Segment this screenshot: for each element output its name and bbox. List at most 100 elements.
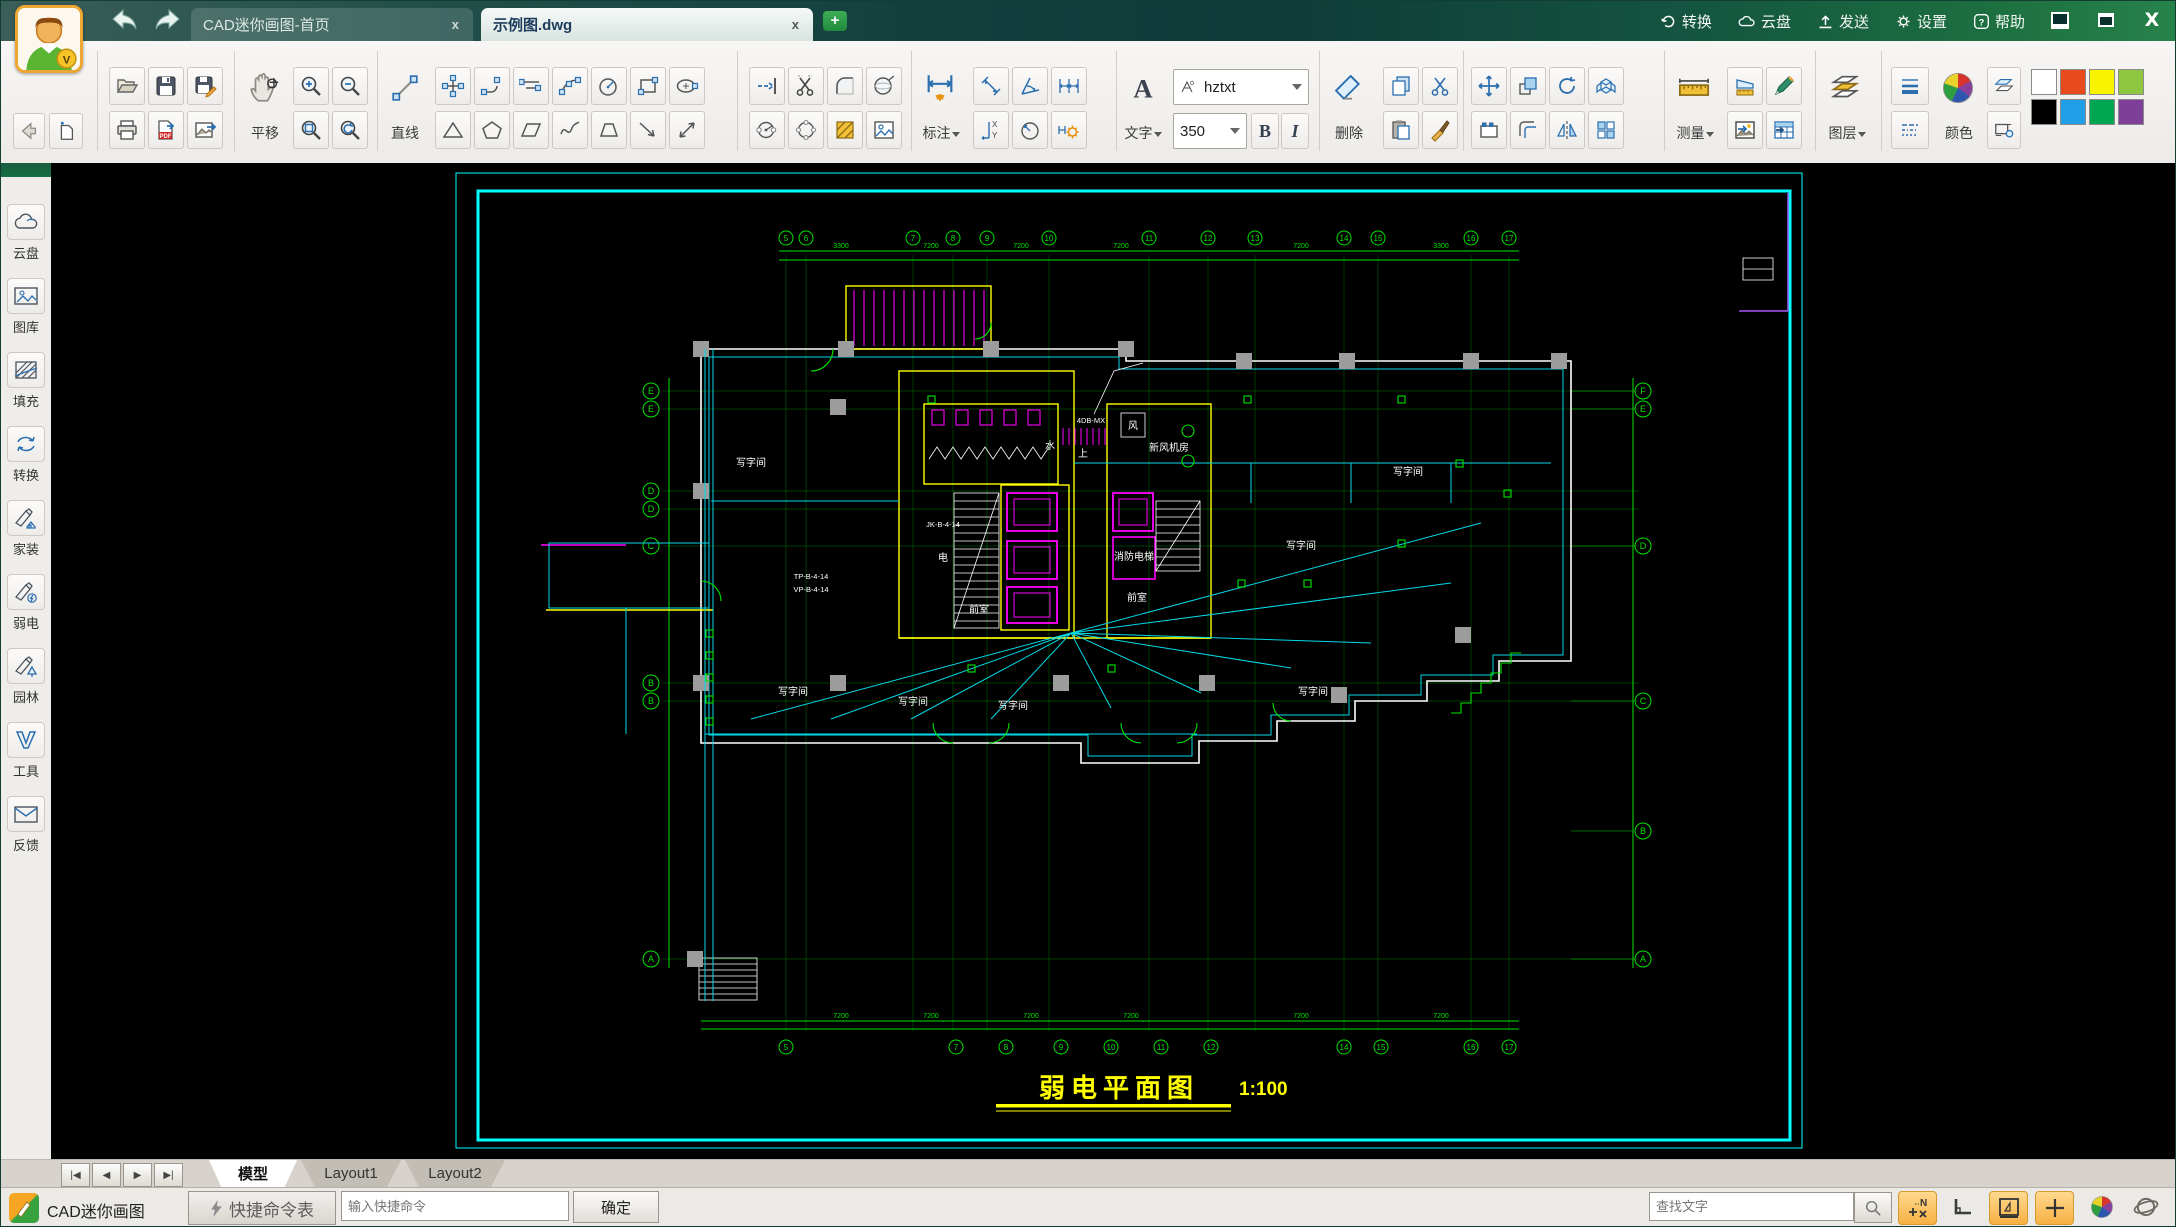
drawing-canvas[interactable]: 567891011121314151617578910111214151617E… <box>51 163 2176 1159</box>
swatch-green[interactable] <box>2089 99 2115 125</box>
tab-document-close-icon[interactable]: x <box>790 17 801 32</box>
dimension-label[interactable]: 标注 <box>913 123 969 143</box>
triangle-button[interactable] <box>435 111 471 149</box>
swatch-blue[interactable] <box>2060 99 2086 125</box>
sphere-button[interactable] <box>866 67 902 105</box>
open-button[interactable] <box>109 67 145 105</box>
object-snap-toggle[interactable]: N <box>1898 1191 1937 1225</box>
crosshair-toggle[interactable] <box>2035 1191 2074 1225</box>
sidebar-item-weak-current[interactable]: 弱电 <box>1 574 51 632</box>
zoom-out-button[interactable] <box>332 67 368 105</box>
back-page-button[interactable] <box>13 113 45 149</box>
sidebar-item-tools[interactable]: 工具 <box>1 722 51 780</box>
move-button[interactable] <box>1471 67 1507 105</box>
pan-button[interactable] <box>243 67 285 109</box>
3d-faces-button[interactable] <box>1588 67 1624 105</box>
browser-button[interactable] <box>2127 1191 2164 1223</box>
erase-label[interactable]: 删除 <box>1321 123 1377 143</box>
maximize-button[interactable] <box>2083 1 2129 39</box>
search-button[interactable] <box>1854 1192 1892 1223</box>
stretch-button[interactable] <box>1471 111 1507 149</box>
mirror-button[interactable] <box>1549 111 1585 149</box>
menu-help[interactable]: ? 帮助 <box>1973 11 2025 32</box>
output-image-button[interactable] <box>1727 111 1763 149</box>
zoom-previous-button[interactable] <box>332 111 368 149</box>
forward-arrow-icon[interactable] <box>153 7 183 33</box>
swatch-white[interactable] <box>2031 69 2057 95</box>
zoom-in-button[interactable] <box>293 67 329 105</box>
area-measure-button[interactable] <box>1727 67 1763 105</box>
font-size-select[interactable]: 350 <box>1173 113 1247 149</box>
swatch-yellow[interactable] <box>2089 69 2115 95</box>
export-image-button[interactable] <box>187 111 223 149</box>
menu-settings[interactable]: 设置 <box>1895 11 1947 32</box>
swatch-purple[interactable] <box>2118 99 2144 125</box>
spline-button[interactable] <box>552 111 588 149</box>
match-properties-button[interactable] <box>1422 111 1458 149</box>
line-tool-button[interactable] <box>385 67 425 109</box>
prev-tab-button[interactable]: ◀ <box>92 1163 121 1187</box>
shortcut-commands-button[interactable]: 快捷命令表 <box>188 1191 336 1225</box>
dim-style-button[interactable] <box>1051 111 1087 149</box>
text-label[interactable]: 文字 <box>1117 123 1169 143</box>
swatch-red[interactable] <box>2060 69 2086 95</box>
marker-pencil-button[interactable] <box>1766 67 1802 105</box>
swatch-black[interactable] <box>2031 99 2057 125</box>
layers-button[interactable] <box>1823 67 1867 109</box>
measure-button[interactable] <box>1673 67 1715 109</box>
circle-center-button[interactable] <box>749 111 785 149</box>
sidebar-item-gallery[interactable]: 图库 <box>1 278 51 336</box>
dimension-button[interactable] <box>919 67 961 109</box>
sidebar-item-feedback[interactable]: 反馈 <box>1 796 51 854</box>
parallel-lines-button[interactable] <box>513 67 549 105</box>
line-label[interactable]: 直线 <box>379 123 431 143</box>
new-file-button[interactable] <box>49 113 83 149</box>
pan-label[interactable]: 平移 <box>239 123 291 143</box>
double-arrow-button[interactable] <box>669 111 705 149</box>
ok-button[interactable]: 确定 <box>573 1191 659 1223</box>
ellipse-button[interactable] <box>669 67 705 105</box>
last-tab-button[interactable]: ▶| <box>154 1163 183 1187</box>
menu-send[interactable]: 发送 <box>1817 11 1869 32</box>
tab-layout1[interactable]: Layout1 <box>301 1160 401 1187</box>
aligned-dim-button[interactable] <box>973 67 1009 105</box>
color-wheel-button[interactable] <box>1937 67 1979 109</box>
save-button[interactable] <box>148 67 184 105</box>
parallelogram-button[interactable] <box>513 111 549 149</box>
scale-button[interactable] <box>1510 67 1546 105</box>
circle-nodes-button[interactable] <box>788 111 824 149</box>
italic-button[interactable]: I <box>1281 113 1309 149</box>
output-table-button[interactable] <box>1766 111 1802 149</box>
tab-document[interactable]: 示例图.dwg x <box>481 8 813 41</box>
menu-cloud[interactable]: 云盘 <box>1738 11 1791 32</box>
polar-tracking-toggle[interactable] <box>1989 1191 2028 1225</box>
arrow-line-button[interactable] <box>630 111 666 149</box>
continue-dim-button[interactable] <box>1051 67 1087 105</box>
print-button[interactable] <box>109 111 145 149</box>
ortho-toggle[interactable] <box>1943 1191 1980 1223</box>
circle-button[interactable] <box>591 67 627 105</box>
angular-dim-button[interactable] <box>1012 67 1048 105</box>
ordinate-dim-button[interactable]: XY <box>973 111 1009 149</box>
fillet-button[interactable] <box>827 67 863 105</box>
first-tab-button[interactable]: |◀ <box>61 1163 90 1187</box>
color-mode-button[interactable] <box>2083 1191 2120 1223</box>
new-tab-button[interactable]: + <box>823 11 847 31</box>
copy-button[interactable] <box>1383 67 1419 105</box>
swatch-green-light[interactable] <box>2118 69 2144 95</box>
tab-layout2[interactable]: Layout2 <box>405 1160 505 1187</box>
insert-image-button[interactable] <box>866 111 902 149</box>
text-tool-button[interactable]: A <box>1123 67 1163 109</box>
offset-button[interactable] <box>1510 111 1546 149</box>
save-as-button[interactable] <box>187 67 223 105</box>
tab-home-close-icon[interactable]: x <box>450 17 461 32</box>
cut-button[interactable] <box>1422 67 1458 105</box>
tab-model[interactable]: 模型 <box>209 1160 297 1187</box>
rotate-button[interactable] <box>1549 67 1585 105</box>
user-avatar[interactable]: V <box>15 5 83 73</box>
trim-button[interactable] <box>788 67 824 105</box>
layers-label[interactable]: 图层 <box>1819 123 1875 143</box>
bold-button[interactable]: B <box>1251 113 1279 149</box>
rectangle-button[interactable] <box>630 67 666 105</box>
array-button[interactable] <box>1588 111 1624 149</box>
